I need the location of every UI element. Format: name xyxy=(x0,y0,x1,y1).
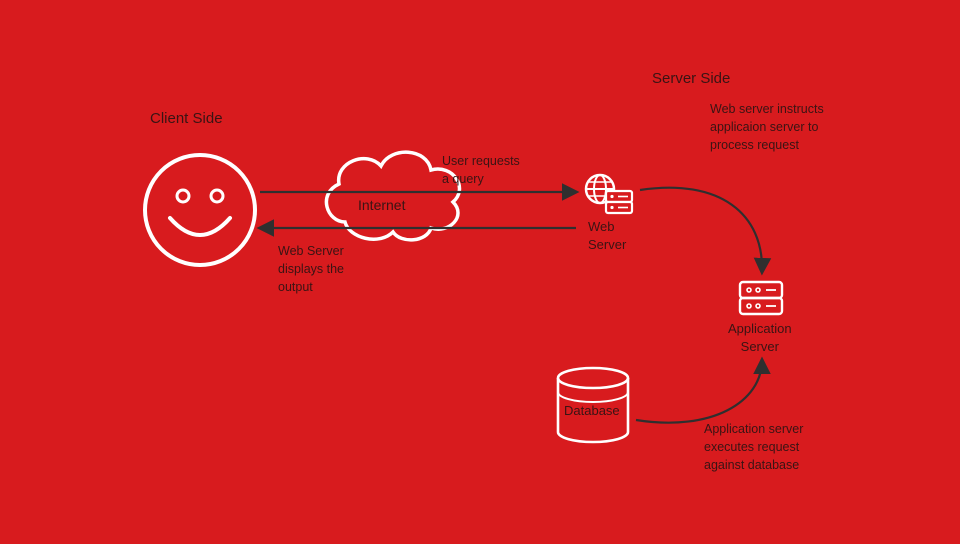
web-server-label: Web Server xyxy=(588,218,626,253)
arrow-instructs xyxy=(640,188,762,272)
application-server-icon xyxy=(740,282,782,314)
client-side-heading: Client Side xyxy=(150,110,223,127)
annotation-user-requests: User requests a query xyxy=(442,152,520,188)
database-label: Database xyxy=(564,402,620,420)
annotation-instructs: Web server instructs applicaion server t… xyxy=(710,100,824,154)
web-server-icon xyxy=(586,175,632,213)
server-side-heading: Server Side xyxy=(652,70,730,87)
annotation-displays-output: Web Server displays the output xyxy=(278,242,344,296)
arrow-executes xyxy=(636,360,762,423)
application-server-label: Application Server xyxy=(728,320,792,355)
annotation-executes: Application server executes request agai… xyxy=(704,420,803,474)
internet-label: Internet xyxy=(358,196,405,215)
client-smiley-icon xyxy=(145,155,255,265)
